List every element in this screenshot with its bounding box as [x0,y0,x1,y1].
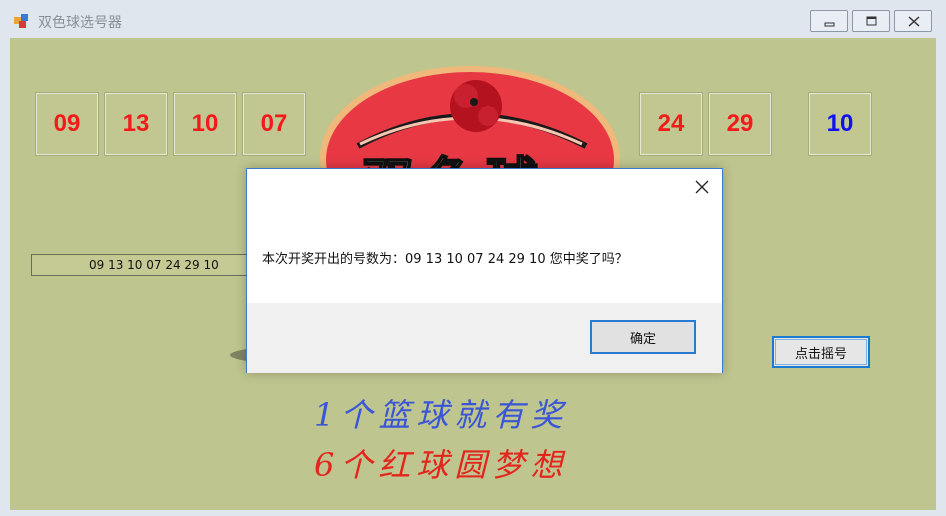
result-textbox[interactable]: 09 13 10 07 24 29 10 [31,254,256,276]
dialog-close-icon[interactable] [694,179,710,195]
title-bar: 双色球选号器 [0,0,946,38]
draw-button-label: 点击摇号 [794,346,847,362]
maximize-button[interactable] [852,10,890,32]
red-ball-4: 07 [242,92,306,156]
minimize-button[interactable] [810,10,848,32]
draw-button[interactable]: 点击摇号 [772,336,870,368]
close-button[interactable] [894,10,932,32]
slogan-red: 6个红球圆梦想 [314,446,569,484]
window-title: 双色球选号器 [38,15,122,31]
red-ball-3: 10 [173,92,237,156]
red-ball-6: 29 [708,92,772,156]
dialog-message: 本次开奖开出的号数为：09 13 10 07 24 29 10 您中奖了吗？ [262,252,628,267]
app-window: 双色球选号器 双色球 09 13 10 07 24 29 10 0 [0,0,946,516]
window-bottom-border [0,510,946,516]
app-icon [14,13,30,28]
blue-ball: 10 [808,92,872,156]
red-ball-2: 13 [104,92,168,156]
red-ball-1: 09 [35,92,99,156]
message-dialog: 本次开奖开出的号数为：09 13 10 07 24 29 10 您中奖了吗？ 确… [246,168,723,373]
slogan-blue: 1个篮球就有奖 [314,396,569,434]
red-ball-5: 24 [639,92,703,156]
close-icon [908,16,920,27]
dialog-footer: 确定 [247,303,722,373]
minimize-icon [824,22,835,27]
ok-button[interactable]: 确定 [590,320,696,354]
maximize-icon [866,16,877,26]
